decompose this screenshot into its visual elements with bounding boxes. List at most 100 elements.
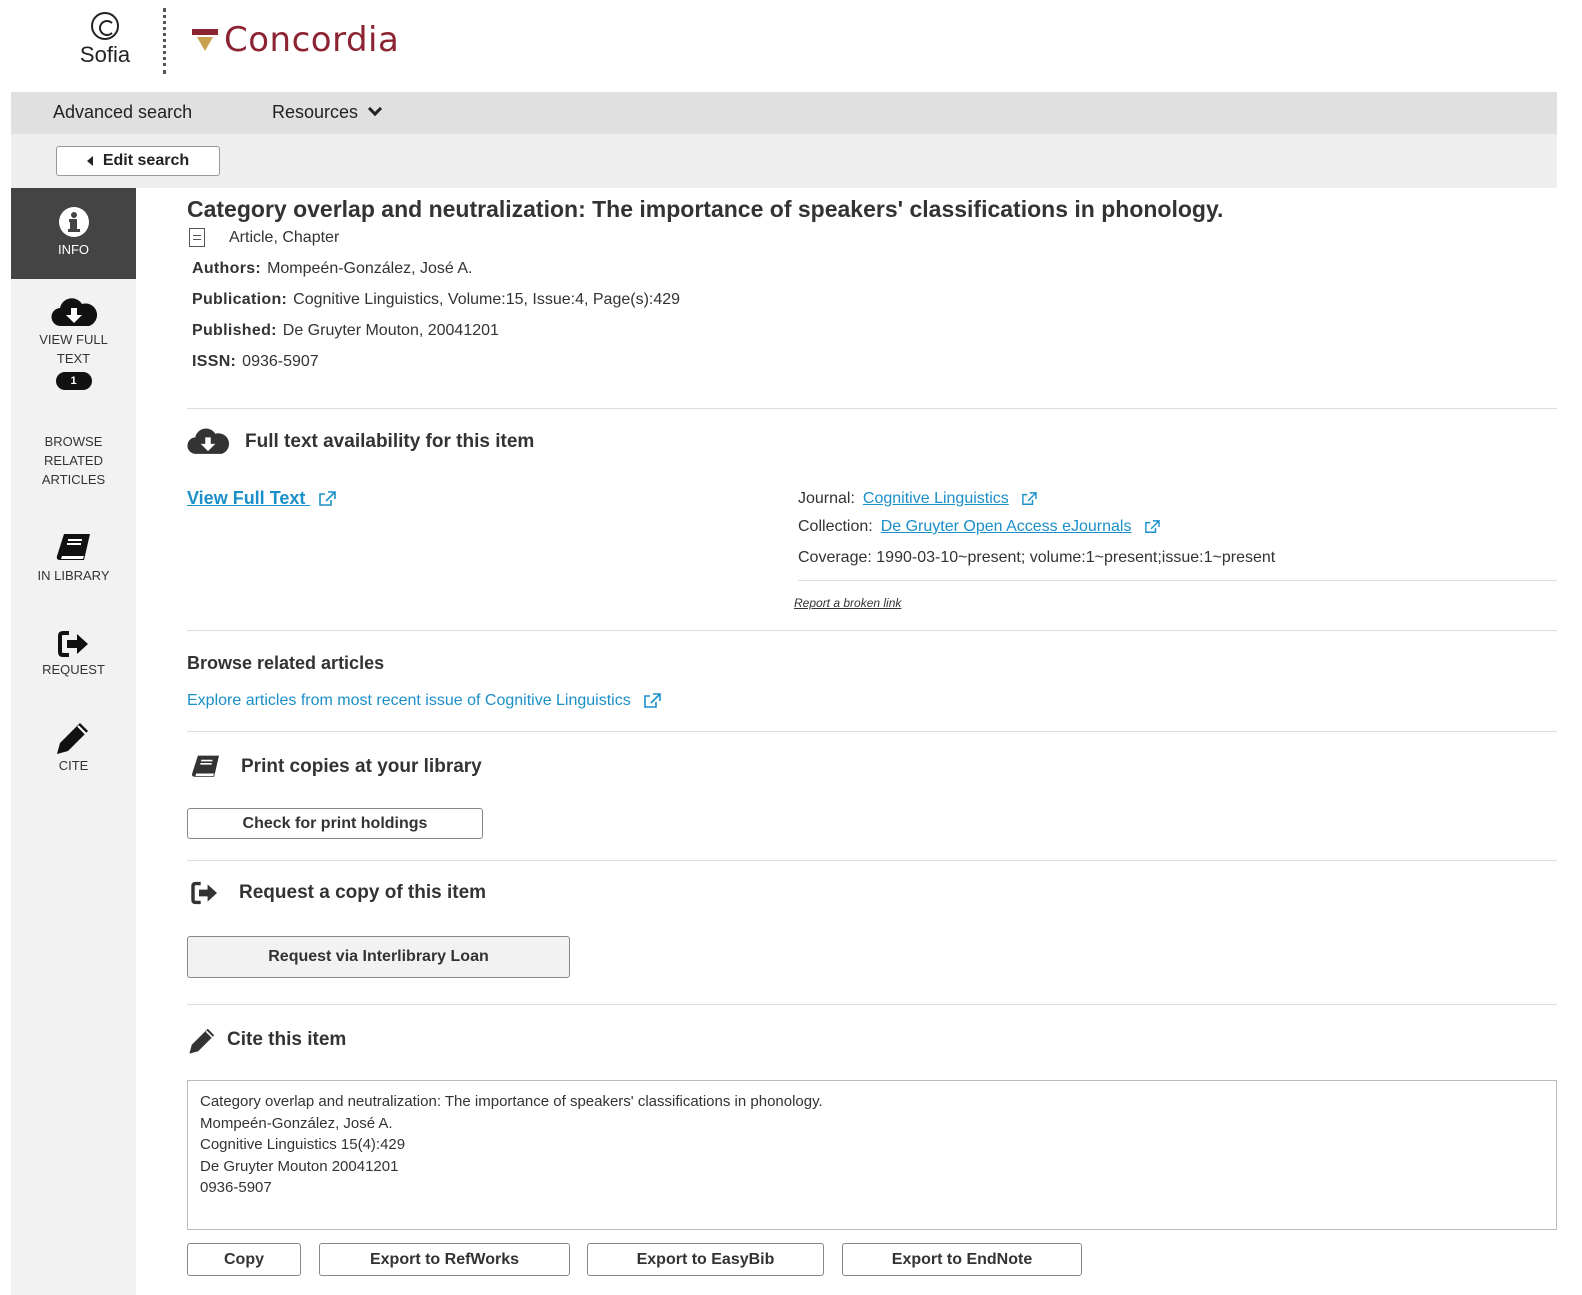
collection-label: Collection:	[798, 518, 873, 535]
sofia-label: Sofia	[79, 42, 131, 67]
info-icon	[58, 207, 89, 237]
check-print-holdings-button[interactable]: Check for print holdings	[187, 808, 483, 839]
full-text-count-badge: 1	[55, 372, 92, 390]
sofia-logo[interactable]: Sofia	[70, 12, 140, 68]
header: Sofia Concordia	[0, 0, 1582, 92]
edit-search-bar: Edit search	[11, 134, 1557, 188]
export-refworks-button[interactable]: Export to RefWorks	[319, 1243, 570, 1276]
journal-link[interactable]: Cognitive Linguistics	[863, 490, 1009, 507]
published-value: De Gruyter Mouton, 20041201	[282, 322, 499, 339]
browse-heading: Browse related articles	[187, 653, 385, 673]
request-heading: Request a copy of this item	[187, 881, 486, 905]
coverage-row: Coverage: 1990-03-10~present; volume:1~p…	[798, 549, 1275, 567]
sidebar-label-browse-2: RELATED	[44, 453, 103, 468]
sidebar-item-in-library[interactable]: IN LIBRARY	[11, 532, 136, 585]
external-link-icon	[319, 491, 337, 507]
record-title: Category overlap and neutralization: The…	[187, 196, 1224, 222]
sidebar-label-browse-1: BROWSE	[44, 434, 103, 449]
meta-published: Published: De Gruyter Mouton, 20041201	[192, 322, 499, 340]
divider	[187, 860, 1557, 861]
export-endnote-button[interactable]: Export to EndNote	[842, 1243, 1082, 1276]
divider	[187, 630, 1557, 631]
export-easybib-button[interactable]: Export to EasyBib	[587, 1243, 824, 1276]
browse-related-link-label: Explore articles from most recent issue …	[187, 692, 631, 709]
issn-label: ISSN:	[192, 353, 237, 370]
view-full-text-link[interactable]: View Full Text	[187, 488, 337, 509]
print-heading-label: Print copies at your library	[241, 756, 482, 777]
sidebar-label-browse-3: ARTICLES	[41, 472, 106, 487]
citation-line: 0936-5907	[200, 1179, 272, 1196]
citation-textarea[interactable]: Category overlap and neutralization: The…	[187, 1080, 1557, 1230]
sidebar-label-view-2: TEXT	[56, 351, 91, 366]
citation-line: Mompeén-González, José A.	[200, 1114, 393, 1132]
authors-value: Mompeén-González, José A.	[267, 260, 473, 277]
interlibrary-loan-button[interactable]: Request via Interlibrary Loan	[187, 936, 570, 978]
cite-heading: Cite this item	[187, 1026, 346, 1054]
citation-line: Category overlap and neutralization: The…	[200, 1093, 823, 1110]
publication-value: Cognitive Linguistics, Volume:15, Issue:…	[293, 291, 681, 308]
concordia-logo[interactable]: Concordia	[192, 20, 399, 60]
external-link-icon	[644, 692, 661, 708]
sofia-logo-icon	[91, 12, 119, 40]
edit-search-button[interactable]: Edit search	[56, 146, 220, 176]
meta-issn: ISSN: 0936-5907	[192, 353, 319, 371]
copy-button[interactable]: Copy	[187, 1243, 301, 1276]
sidebar-item-view-full-text[interactable]: VIEW FULL TEXT 1	[11, 298, 136, 390]
sidebar-label-in-library: IN LIBRARY	[37, 568, 110, 583]
sidebar-item-cite[interactable]: CITE	[11, 720, 136, 775]
divider	[187, 1004, 1557, 1005]
pencil-icon	[189, 1028, 215, 1054]
sidebar-label-request: REQUEST	[42, 662, 105, 677]
cloud-download-icon	[187, 428, 229, 454]
print-heading: Print copies at your library	[187, 754, 482, 780]
sidebar-item-browse-related[interactable]: BROWSE RELATED ARTICLES	[11, 432, 136, 489]
nav-bar: Advanced search Resources	[11, 92, 1557, 134]
browse-related-link[interactable]: Explore articles from most recent issue …	[187, 692, 661, 710]
collection-row: Collection: De Gruyter Open Access eJourn…	[798, 518, 1160, 536]
request-heading-label: Request a copy of this item	[239, 882, 487, 903]
external-link-icon	[1022, 491, 1037, 505]
report-broken-link[interactable]: Report a broken link	[794, 596, 901, 610]
fulltext-heading-label: Full text availability for this item	[245, 431, 535, 452]
authors-label: Authors:	[192, 260, 262, 277]
concordia-label: Concordia	[224, 20, 400, 60]
cloud-download-icon	[51, 298, 97, 327]
sidebar-item-info[interactable]: INFO	[11, 188, 136, 279]
sidebar-item-request[interactable]: REQUEST	[11, 630, 136, 679]
sign-in-arrow-icon	[57, 631, 88, 657]
sign-in-arrow-icon	[191, 881, 217, 905]
sidebar-label-info: INFO	[57, 242, 90, 257]
edit-search-label: Edit search	[102, 152, 190, 169]
document-icon	[189, 228, 205, 247]
view-full-text-label: View Full Text	[187, 488, 306, 508]
nav-resources-label: Resources	[272, 102, 359, 122]
nav-advanced-search[interactable]: Advanced search	[53, 102, 192, 123]
concordia-crest-icon	[192, 29, 218, 51]
sidebar: INFO VIEW FULL TEXT 1 BROWSE RELATED ART…	[11, 188, 136, 1295]
sidebar-label-cite: CITE	[58, 758, 89, 773]
book-icon	[56, 534, 90, 560]
nav-resources[interactable]: Resources	[272, 101, 383, 123]
journal-label: Journal:	[798, 490, 855, 507]
divider	[187, 408, 1557, 409]
journal-row: Journal: Cognitive Linguistics	[798, 490, 1037, 508]
coverage-label: Coverage:	[798, 549, 872, 566]
sidebar-label-view-1: VIEW FULL	[39, 332, 108, 347]
fulltext-heading: Full text availability for this item	[187, 428, 534, 456]
citation-line: Cognitive Linguistics 15(4):429	[200, 1136, 406, 1153]
chevron-down-icon	[367, 101, 383, 117]
citation-line: De Gruyter Mouton 20041201	[200, 1157, 399, 1175]
publication-label: Publication:	[192, 291, 288, 308]
pencil-icon	[56, 723, 88, 754]
issn-value: 0936-5907	[242, 353, 319, 370]
external-link-icon	[1145, 519, 1160, 533]
divider	[187, 731, 1557, 732]
collection-link[interactable]: De Gruyter Open Access eJournals	[881, 518, 1132, 535]
cite-heading-label: Cite this item	[227, 1029, 347, 1050]
doc-type: Article, Chapter	[189, 228, 339, 247]
meta-authors: Authors: Mompeén-González, José A.	[192, 260, 473, 278]
coverage-value: 1990-03-10~present; volume:1~present;iss…	[876, 549, 1276, 566]
logo-divider	[163, 8, 166, 74]
published-label: Published:	[192, 322, 277, 339]
back-triangle-icon	[86, 156, 93, 166]
